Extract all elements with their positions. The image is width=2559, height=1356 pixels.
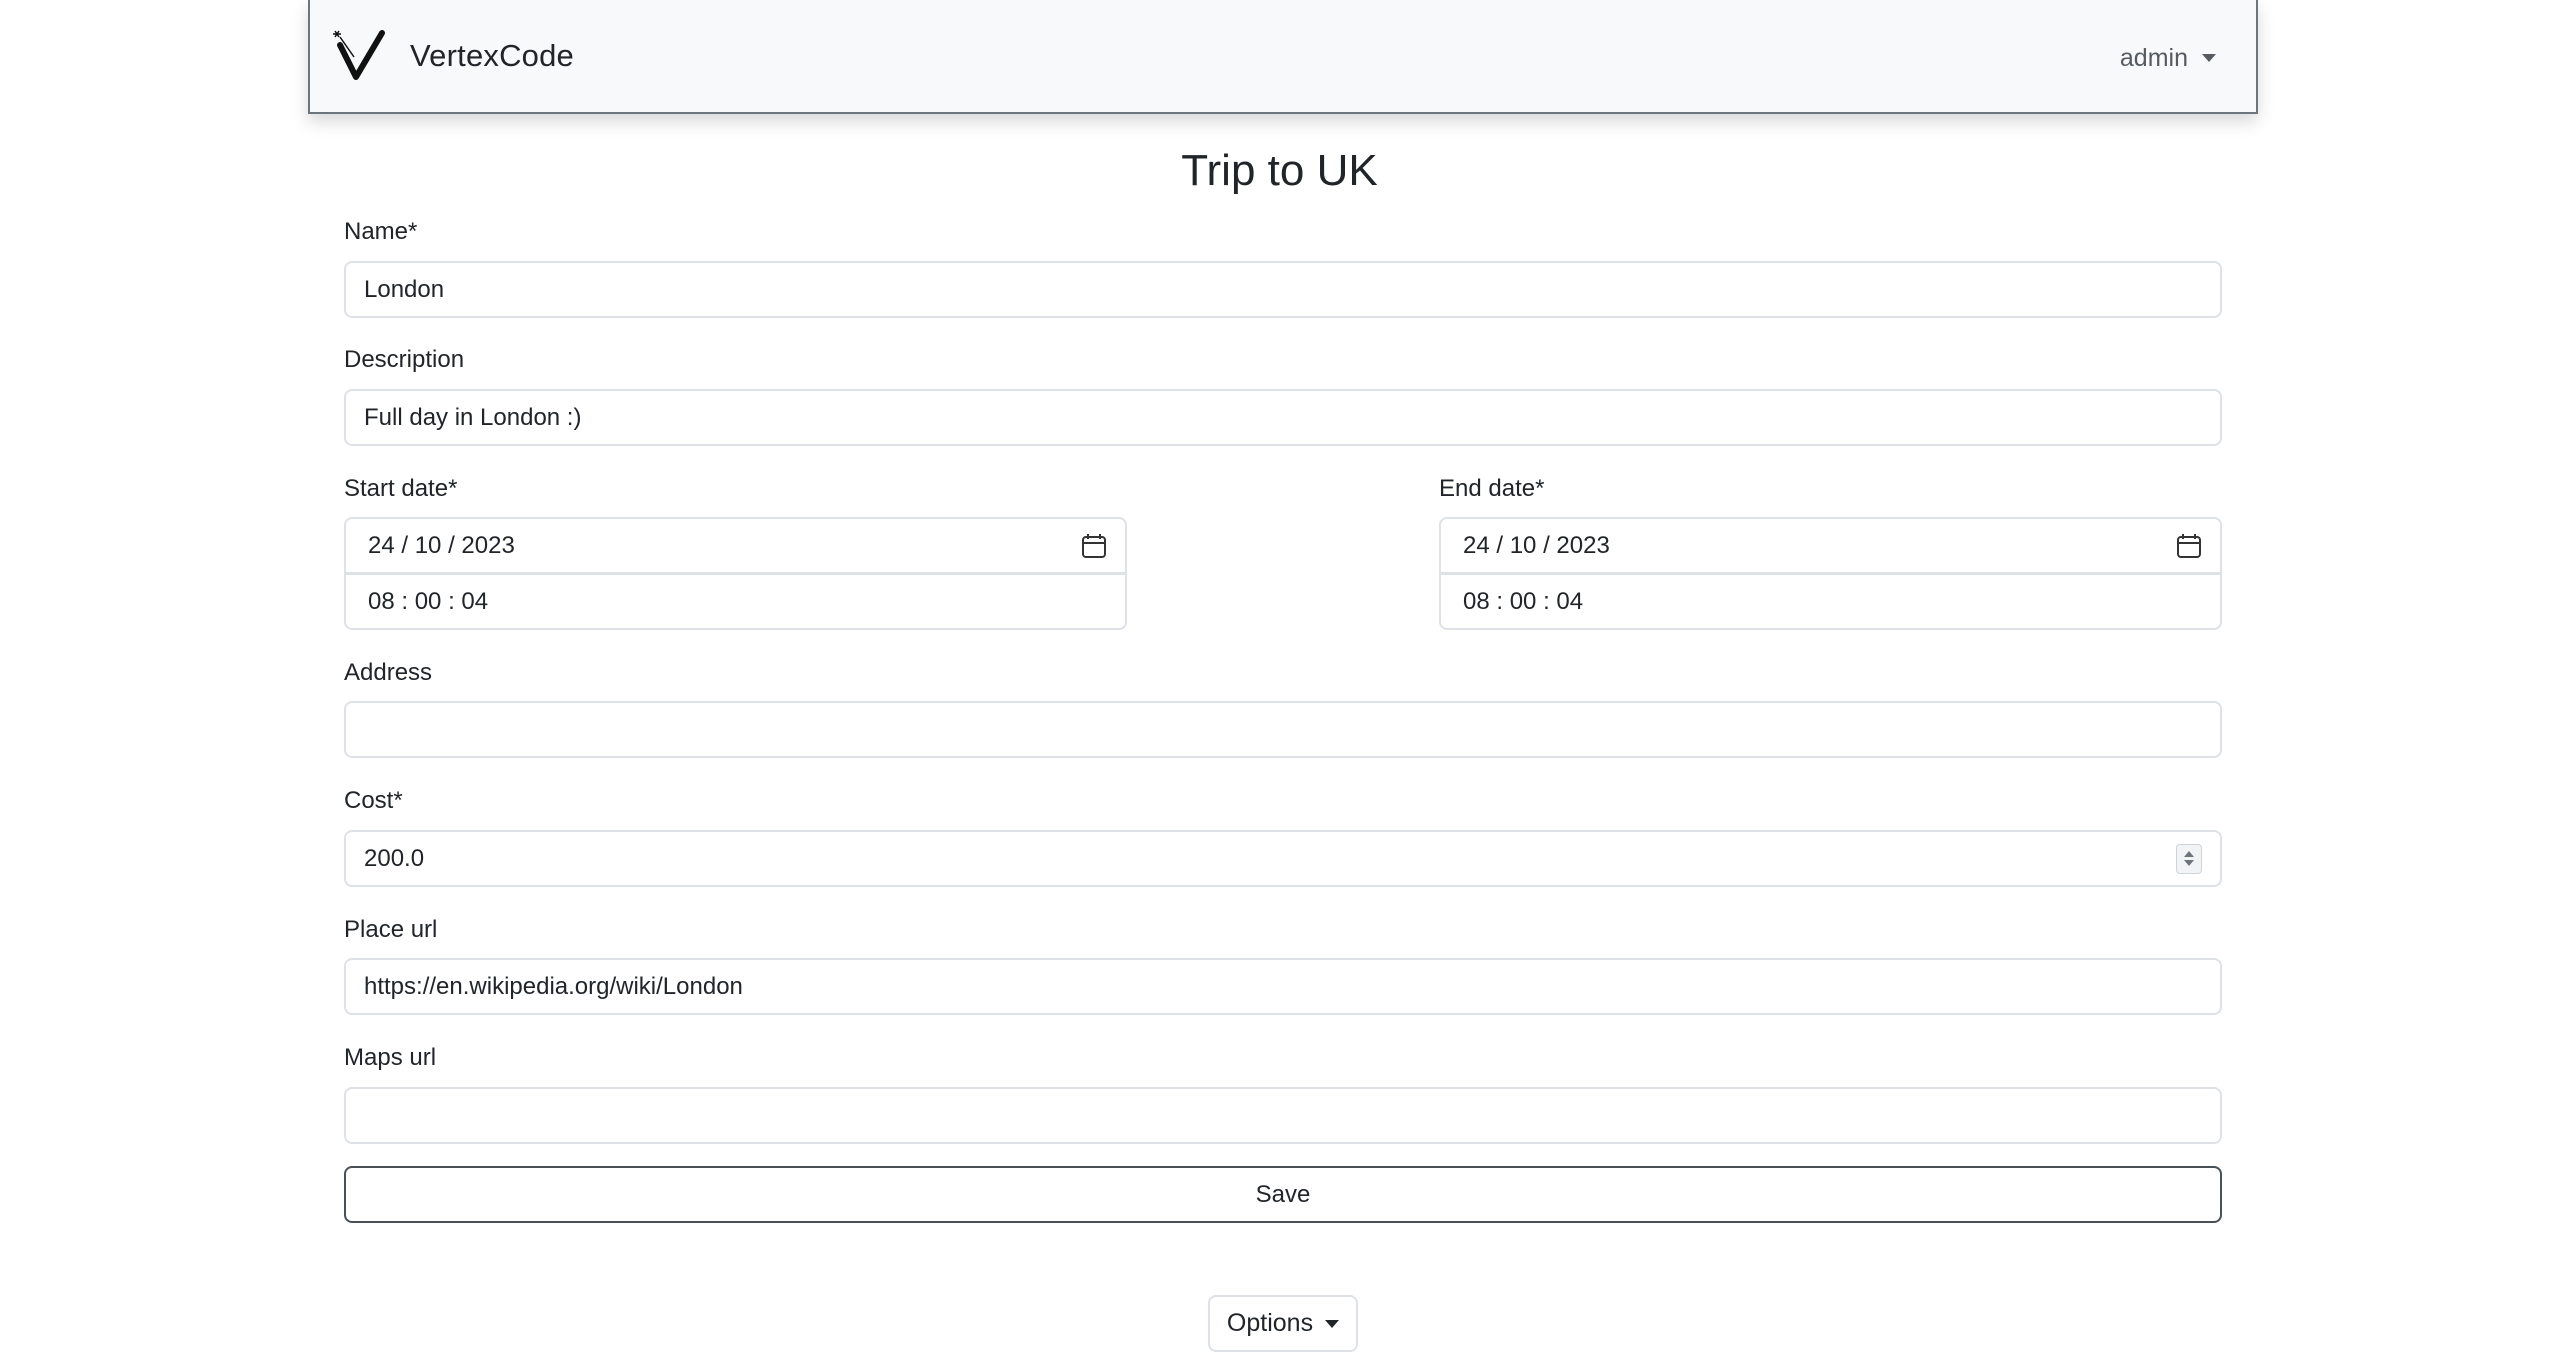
end-time-input[interactable]: 08 : 00 : 04 bbox=[1439, 573, 2222, 630]
maps-url-input[interactable] bbox=[344, 1087, 2222, 1144]
number-spinner-icon[interactable] bbox=[2176, 843, 2202, 874]
start-date-value: 24 / 10 / 2023 bbox=[368, 531, 515, 559]
user-menu-label: admin bbox=[2119, 43, 2188, 72]
name-label: Name* bbox=[344, 218, 418, 245]
calendar-icon[interactable] bbox=[2176, 533, 2202, 559]
top-navbar: VertexCode admin bbox=[308, 0, 2258, 114]
end-time-value: 08 : 00 : 04 bbox=[1463, 587, 1584, 615]
place-url-label: Place url bbox=[344, 916, 438, 943]
start-time-input[interactable]: 08 : 00 : 04 bbox=[344, 573, 1127, 630]
user-menu-dropdown[interactable]: admin bbox=[2120, 40, 2216, 73]
maps-url-label: Maps url bbox=[344, 1044, 437, 1071]
caret-down-icon bbox=[1325, 1319, 1340, 1328]
start-date-input[interactable]: 24 / 10 / 2023 bbox=[344, 517, 1127, 574]
save-button[interactable]: Save bbox=[344, 1166, 2222, 1223]
description-input[interactable]: Full day in London :) bbox=[344, 389, 2222, 446]
page-title: Trip to UK bbox=[1181, 146, 1378, 195]
spin-down-icon[interactable] bbox=[2184, 860, 2194, 866]
end-date-input[interactable]: 24 / 10 / 2023 bbox=[1439, 517, 2222, 574]
brand[interactable]: VertexCode bbox=[332, 27, 574, 85]
brand-name: VertexCode bbox=[410, 38, 574, 73]
end-date-label: End date* bbox=[1439, 475, 1545, 502]
start-time-value: 08 : 00 : 04 bbox=[368, 587, 489, 615]
description-input-value: Full day in London :) bbox=[364, 403, 582, 431]
start-date-label: Start date* bbox=[344, 475, 458, 502]
place-url-input-value: https://en.wikipedia.org/wiki/London bbox=[364, 972, 743, 1000]
place-url-input[interactable]: https://en.wikipedia.org/wiki/London bbox=[344, 958, 2222, 1015]
options-label: Options bbox=[1226, 1309, 1314, 1337]
vertexcode-logo bbox=[333, 30, 385, 80]
calendar-icon[interactable] bbox=[1081, 533, 1107, 559]
description-label: Description bbox=[344, 346, 465, 373]
name-input-value: London bbox=[364, 275, 445, 303]
cost-label: Cost* bbox=[344, 787, 403, 814]
end-date-value: 24 / 10 / 2023 bbox=[1463, 531, 1610, 559]
address-label: Address bbox=[344, 659, 433, 686]
name-input[interactable]: London bbox=[344, 261, 2222, 318]
spin-up-icon[interactable] bbox=[2184, 851, 2194, 857]
options-dropdown-button[interactable]: Options bbox=[1208, 1295, 1358, 1352]
cost-input[interactable]: 200.0 bbox=[344, 830, 2222, 887]
cost-input-value: 200.0 bbox=[364, 844, 425, 872]
caret-down-icon bbox=[2202, 54, 2216, 62]
address-input[interactable] bbox=[344, 701, 2222, 758]
